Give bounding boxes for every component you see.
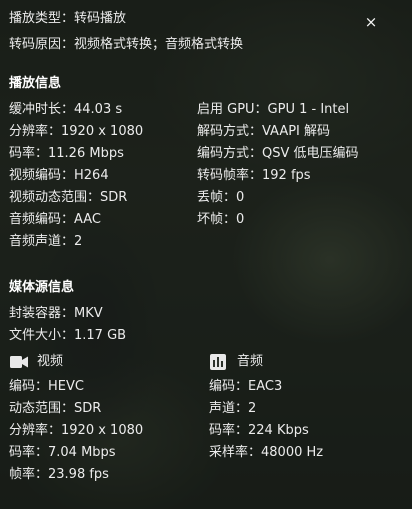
close-icon[interactable]: ×	[363, 13, 379, 31]
file-size: 文件大小：1.17 GB	[9, 328, 127, 343]
audio-sample-rate: 采样率：48000 Hz	[209, 445, 324, 460]
media-source-title: 媒体源信息	[9, 280, 75, 295]
resolution: 分辨率：1920 x 1080	[9, 124, 144, 139]
gpu-enabled: 启用 GPU：GPU 1 - Intel	[197, 102, 350, 117]
decode-method: 解码方式：VAAPI 解码	[197, 124, 331, 139]
audio-codec: 音频编码：AAC	[9, 212, 101, 227]
container-format: 封装容器：MKV	[9, 306, 103, 321]
bitrate: 码率：11.26 Mbps	[9, 146, 124, 161]
audio-channels: 音频声道：2	[9, 234, 83, 249]
dropped-frames: 丢帧：0	[197, 190, 245, 205]
video-range: 动态范围：SDR	[9, 401, 102, 416]
encode-method: 编码方式：QSV 低电压编码	[197, 146, 359, 161]
transcode-framerate: 转码帧率：192 fps	[197, 168, 311, 183]
playback-info-panel: 播放类型：转码播放 × 转码原因：视频格式转换；音频格式转换 播放信息 缓冲时长…	[0, 0, 412, 509]
video-bitrate: 码率：7.04 Mbps	[9, 445, 116, 460]
video-codec: 视频编码：H264	[9, 168, 109, 183]
audio-encoding: 编码：EAC3	[209, 379, 283, 394]
audio-equalizer-icon	[209, 353, 227, 371]
playback-info-title: 播放信息	[9, 76, 62, 91]
video-section-label: 视频	[37, 354, 64, 369]
video-encoding: 编码：HEVC	[9, 379, 84, 394]
video-framerate: 帧率：23.98 fps	[9, 467, 109, 482]
video-dynamic-range: 视频动态范围：SDR	[9, 190, 128, 205]
audio-channel-count: 声道：2	[209, 401, 257, 416]
video-camera-icon	[9, 354, 29, 370]
transcode-reason: 转码原因：视频格式转换；音频格式转换	[9, 37, 244, 52]
buffer-duration: 缓冲时长：44.03 s	[9, 102, 123, 117]
audio-bitrate: 码率：224 Kbps	[209, 423, 309, 438]
bad-frames: 坏帧：0	[197, 212, 245, 227]
audio-section-label: 音频	[237, 354, 264, 369]
video-resolution: 分辨率：1920 x 1080	[9, 423, 144, 438]
play-type: 播放类型：转码播放	[9, 11, 127, 26]
